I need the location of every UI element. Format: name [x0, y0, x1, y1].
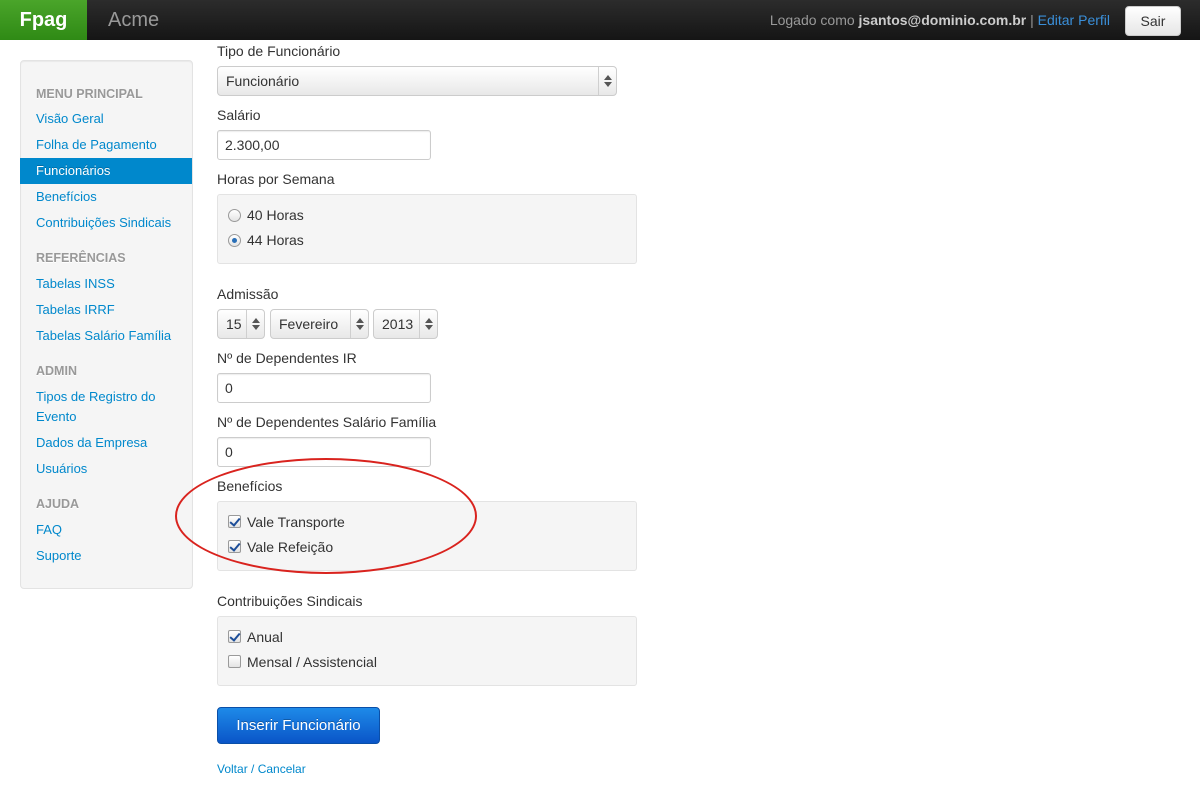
checkbox-checked-icon	[228, 630, 241, 643]
contribuicoes-sindicais-group: Anual Mensal / Assistencial	[217, 616, 637, 686]
tipo-funcionario-select[interactable]: Funcionário	[217, 66, 617, 96]
company-name[interactable]: Acme	[108, 0, 159, 40]
tipo-funcionario-label: Tipo de Funcionário	[217, 43, 341, 59]
radio-label: 40 Horas	[247, 207, 304, 223]
beneficios-group: Vale Transporte Vale Refeição	[217, 501, 637, 571]
admissao-month-value: Fevereiro	[279, 316, 339, 332]
sidebar-item-folha-pagamento[interactable]: Folha de Pagamento	[36, 135, 186, 155]
dependentes-salario-familia-label: Nº de Dependentes Salário Família	[217, 414, 437, 430]
sidebar-item-visao-geral[interactable]: Visão Geral	[36, 109, 186, 129]
checkbox-label: Vale Refeição	[247, 539, 334, 555]
sidebar-item-tabelas-inss[interactable]: Tabelas INSS	[36, 274, 186, 294]
sidebar-item-tabelas-irrf[interactable]: Tabelas IRRF	[36, 300, 186, 320]
sidebar-item-contribuicoes-sindicais[interactable]: Contribuições Sindicais	[36, 213, 186, 233]
logged-user-email: jsantos@dominio.com.br	[858, 12, 1027, 28]
checkbox-label: Vale Transporte	[247, 514, 345, 530]
admissao-day-value: 15	[226, 316, 242, 332]
horas-semana-group: 40 Horas 44 Horas	[217, 194, 637, 264]
sidebar-header-admin: ADMIN	[36, 364, 77, 378]
checkbox-label: Anual	[247, 629, 283, 645]
select-arrows-icon	[246, 310, 264, 338]
edit-profile-link[interactable]: Editar Perfil	[1038, 12, 1110, 28]
salario-label: Salário	[217, 107, 261, 123]
sidebar-item-tipos-registro-evento[interactable]: Tipos de Registro do Evento	[36, 387, 186, 427]
sidebar-item-faq[interactable]: FAQ	[36, 520, 186, 540]
checkbox-icon	[228, 655, 241, 668]
admissao-year-select[interactable]: 2013	[373, 309, 438, 339]
tipo-funcionario-value: Funcionário	[226, 73, 300, 89]
sidebar-item-beneficios[interactable]: Benefícios	[36, 187, 186, 207]
inserir-funcionario-button[interactable]: Inserir Funcionário	[217, 707, 380, 744]
sidebar-item-funcionarios[interactable]: Funcionários	[20, 158, 192, 184]
dependentes-ir-label: Nº de Dependentes IR	[217, 350, 357, 366]
contribuicoes-sindicais-label: Contribuições Sindicais	[217, 593, 363, 609]
select-arrows-icon	[350, 310, 368, 338]
admissao-year-value: 2013	[382, 316, 414, 332]
sidebar-item-tabelas-salario-familia[interactable]: Tabelas Salário Família	[36, 326, 186, 346]
sidebar-header-referencias: REFERÊNCIAS	[36, 251, 126, 265]
radio-label: 44 Horas	[247, 232, 304, 248]
horas-semana-label: Horas por Semana	[217, 171, 335, 187]
radio-selected-icon	[228, 234, 241, 247]
admissao-month-select[interactable]: Fevereiro	[270, 309, 369, 339]
separator: |	[1026, 12, 1038, 28]
sidebar-header-ajuda: AJUDA	[36, 497, 80, 511]
sidebar-item-dados-empresa[interactable]: Dados da Empresa	[36, 433, 186, 453]
checkbox-checked-icon	[228, 540, 241, 553]
beneficios-label: Benefícios	[217, 478, 283, 494]
admissao-day-select[interactable]: 15	[217, 309, 265, 339]
logged-user-info: Logado como jsantos@dominio.com.br | Edi…	[770, 0, 1110, 40]
checkbox-checked-icon	[228, 515, 241, 528]
select-arrows-icon	[598, 67, 616, 95]
logout-button[interactable]: Sair	[1125, 6, 1181, 36]
logged-prefix: Logado como	[769, 12, 859, 28]
dependentes-salario-familia-input[interactable]: 0	[217, 437, 431, 467]
salario-input[interactable]: 2.300,00	[217, 130, 431, 160]
dependentes-ir-input[interactable]: 0	[217, 373, 431, 403]
top-navbar: Fpag Acme Logado como jsantos@dominio.co…	[0, 0, 1200, 40]
checkbox-label: Mensal / Assistencial	[247, 654, 377, 670]
voltar-cancelar-link[interactable]: Voltar / Cancelar	[217, 762, 306, 776]
sidebar-item-label: Funcionários	[36, 163, 111, 178]
sidebar-item-usuarios[interactable]: Usuários	[36, 459, 186, 479]
sidebar-menu: MENU PRINCIPAL Visão Geral Folha de Paga…	[20, 60, 193, 589]
sidebar-item-suporte[interactable]: Suporte	[36, 546, 186, 566]
select-arrows-icon	[419, 310, 437, 338]
admissao-label: Admissão	[217, 286, 279, 302]
radio-icon	[228, 209, 241, 222]
sidebar-header-menu-principal: MENU PRINCIPAL	[36, 87, 143, 101]
brand-logo[interactable]: Fpag	[0, 0, 87, 40]
